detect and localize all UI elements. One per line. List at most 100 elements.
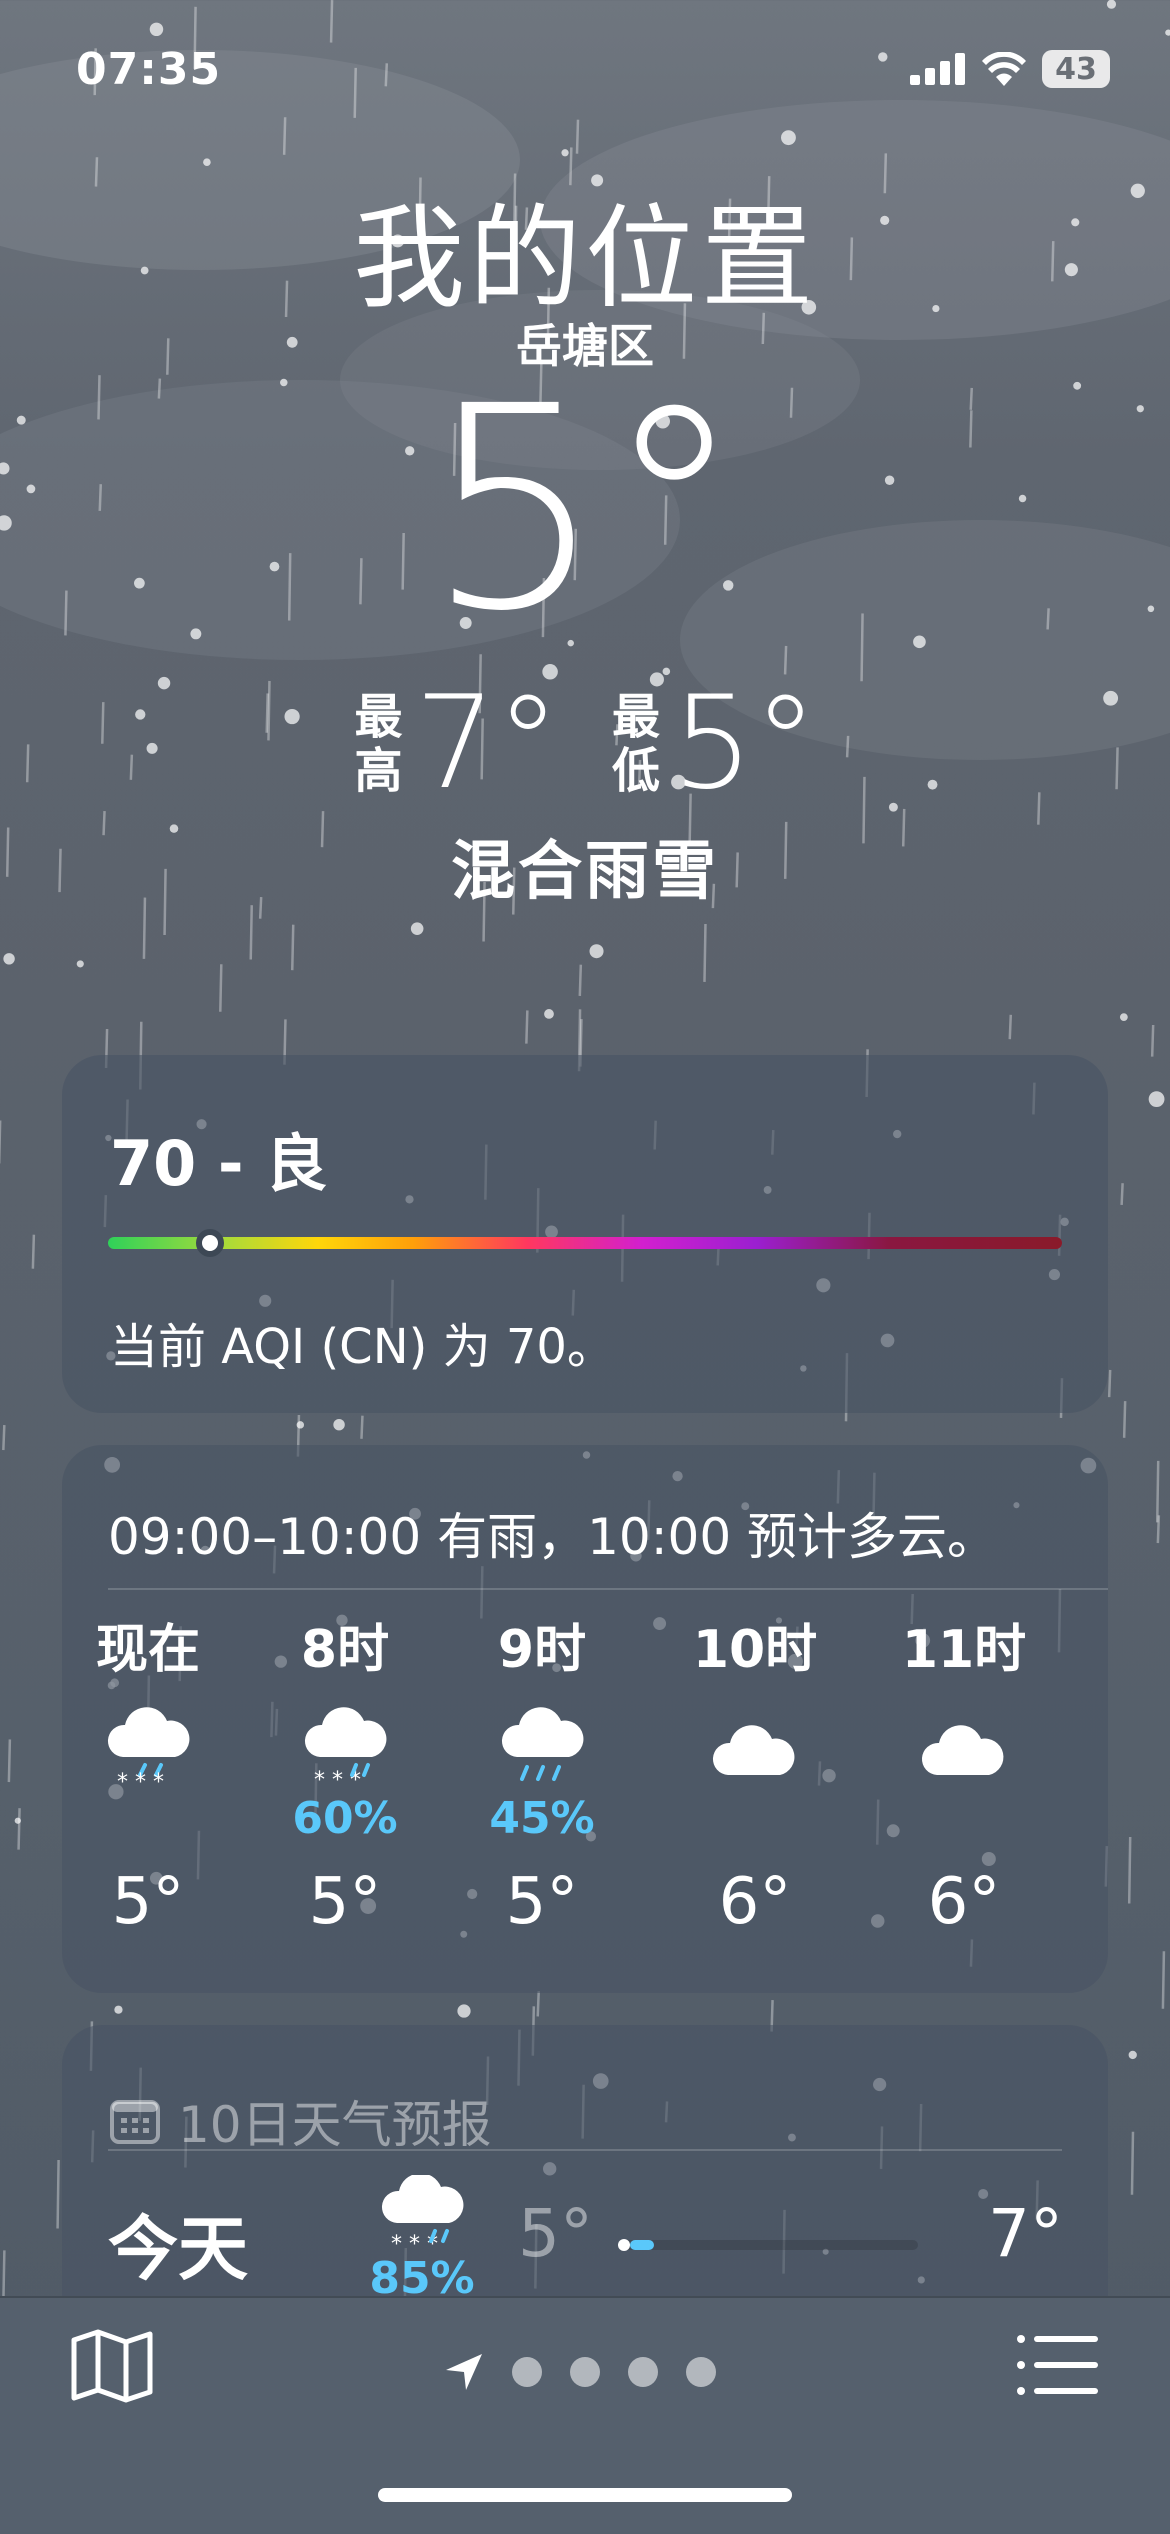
rain-streak <box>331 0 332 43</box>
low-label: 最低 <box>610 690 662 798</box>
high-temperature: 7° <box>415 680 560 808</box>
snowflake <box>77 960 84 967</box>
cloud-icon <box>919 1707 1009 1795</box>
snowflake <box>561 149 568 156</box>
rain-streak <box>1109 1370 1110 1397</box>
daily-header-label: 10日天气预报 <box>178 2085 492 2157</box>
rain-icon <box>497 1707 587 1795</box>
snowflake <box>1120 1013 1128 1021</box>
page-dot[interactable] <box>628 2357 658 2387</box>
hour-temp: 5° <box>265 1865 425 1939</box>
hourly-summary: 09:00–10:00 有雨，10:00 预计多云。 <box>108 1497 997 1569</box>
rain-streak <box>1129 1837 1130 1904</box>
hour-precip: 60% <box>265 1795 425 1843</box>
rain-streak <box>704 924 705 982</box>
snowflake <box>1129 2051 1137 2059</box>
snowflake <box>114 2006 122 2014</box>
rain-streak <box>284 117 285 155</box>
hour-precip: 45% <box>462 1795 622 1843</box>
divider <box>108 1588 1108 1590</box>
battery-icon: 43 <box>1042 50 1110 88</box>
hour-precip <box>675 1795 835 1843</box>
hour-item: 9时 45% 5° <box>462 1615 622 1939</box>
calendar-icon <box>110 2098 160 2144</box>
wifi-icon <box>982 52 1026 86</box>
current-temperature: 5° <box>0 370 1170 650</box>
cloud-icon <box>710 1707 800 1795</box>
sleet-icon: * * * <box>103 1707 193 1795</box>
status-time: 07:35 <box>76 44 221 95</box>
rain-streak <box>386 63 387 86</box>
snowflake <box>1107 0 1116 9</box>
rain-streak <box>251 905 252 959</box>
sleet-icon: * * * <box>377 2175 467 2255</box>
status-icons: 43 <box>910 50 1110 88</box>
location-title: 我的位置 <box>0 168 1170 330</box>
snowflake <box>457 2004 470 2017</box>
snowflake <box>3 953 14 964</box>
map-icon[interactable] <box>70 2328 154 2404</box>
daily-header: 10日天气预报 <box>110 2085 492 2157</box>
hour-time: 10时 <box>675 1615 835 1685</box>
hour-item: 10时 6° <box>675 1615 835 1939</box>
rain-streak <box>1152 1025 1153 1057</box>
rain-streak <box>577 120 578 154</box>
page-dot[interactable] <box>686 2357 716 2387</box>
rain-streak <box>355 68 356 118</box>
rain-streak <box>292 925 293 970</box>
rain-streak <box>58 2160 59 2228</box>
sleet-icon: * * * <box>300 1707 390 1795</box>
rain-streak <box>1163 1951 1164 2009</box>
page-indicator[interactable] <box>444 2352 716 2392</box>
rain-streak <box>580 965 581 996</box>
page-dot[interactable] <box>570 2357 600 2387</box>
hour-item: 8时 * * * 60% 5° <box>265 1615 425 1939</box>
snowflake <box>297 1421 304 1428</box>
condition-text: 混合雨雪 <box>0 820 1170 912</box>
snowflake <box>411 922 424 935</box>
current-temp-dot <box>618 2239 630 2251</box>
rain-streak <box>1122 1183 1123 1205</box>
temperature-range-fill <box>630 2240 654 2250</box>
snowflake <box>1149 1091 1165 1107</box>
snowflake <box>590 944 604 958</box>
hour-temp: 5° <box>68 1865 228 1939</box>
snowflake <box>15 1818 21 1824</box>
rain-streak <box>538 1991 539 2016</box>
snowflake <box>150 23 163 36</box>
rain-streak <box>1158 1515 1159 1543</box>
rain-streak <box>526 1010 527 1043</box>
low-temperature: 5° <box>672 680 817 808</box>
aqi-indicator <box>196 1229 224 1257</box>
svg-text:* * *: * * * <box>391 2232 438 2255</box>
cellular-signal-icon <box>910 53 966 85</box>
hour-time: 9时 <box>462 1615 622 1685</box>
aqi-description: 当前 AQI (CN) 为 70。 <box>110 1307 615 1377</box>
hour-time: 11时 <box>884 1615 1044 1685</box>
hour-time: 8时 <box>265 1615 425 1685</box>
rain-streak <box>33 1235 34 1269</box>
svg-text:* * *: * * * <box>117 1770 164 1795</box>
snowflake <box>878 52 887 61</box>
location-arrow-icon <box>444 2352 484 2392</box>
snowflake <box>333 1419 344 1430</box>
day-label: 今天 <box>108 2193 248 2294</box>
hour-item: 11时 6° <box>884 1615 1044 1939</box>
rain-streak <box>19 1808 20 1849</box>
rain-streak <box>3 2250 4 2301</box>
aqi-value: 70 - 良 <box>110 1113 327 1203</box>
rain-streak <box>361 1416 362 1439</box>
divider <box>108 2149 1062 2151</box>
list-icon[interactable] <box>1016 2332 1100 2398</box>
hour-temp: 5° <box>462 1865 622 1939</box>
aqi-card[interactable]: 70 - 良 当前 AQI (CN) 为 70。 <box>62 1055 1108 1413</box>
aqi-scale-bar <box>108 1237 1062 1249</box>
home-indicator[interactable] <box>378 2488 792 2502</box>
snowflake <box>203 158 211 166</box>
high-label: 最高 <box>353 690 405 798</box>
hour-time: 现在 <box>68 1615 228 1685</box>
hourly-forecast-card[interactable]: 09:00–10:00 有雨，10:00 预计多云。 现在 * * * 5° 8… <box>62 1445 1108 1993</box>
high-low: 最高 7° 最低 5° <box>0 680 1170 808</box>
page-dot[interactable] <box>512 2357 542 2387</box>
snowflake <box>544 1009 554 1019</box>
